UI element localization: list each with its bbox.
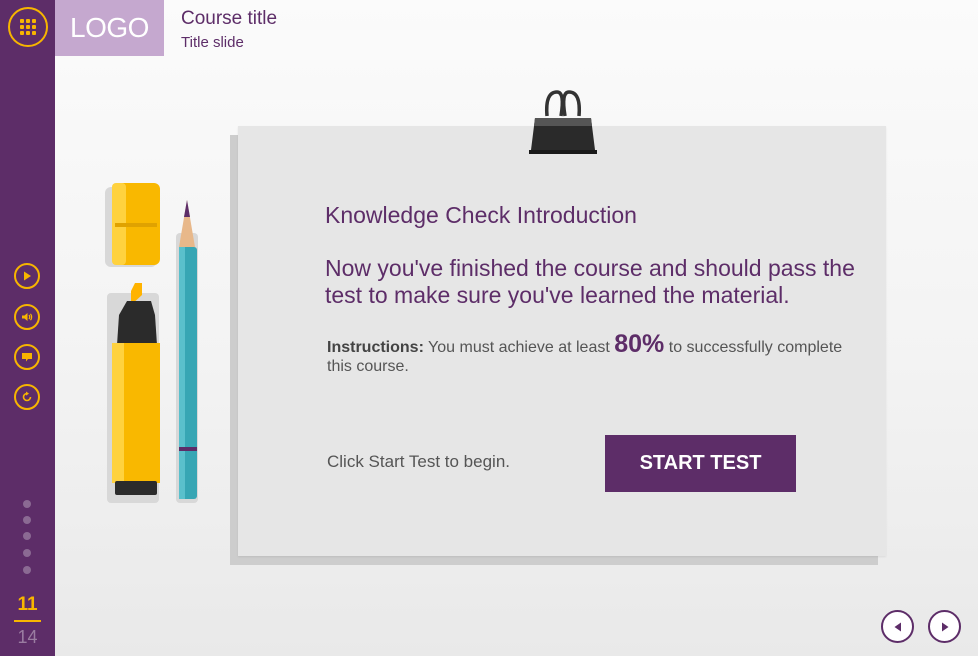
course-title: Course title [181,8,278,29]
begin-prompt: Click Start Test to begin. [327,452,510,471]
chevron-left-icon [894,622,901,631]
progress-dot [23,516,31,524]
start-test-button[interactable]: START TEST [605,435,796,492]
play-button[interactable] [14,263,40,289]
next-button[interactable] [928,610,961,643]
progress-dot [23,566,31,574]
logo: LOGO [55,0,164,56]
play-icon [24,271,31,281]
replay-button[interactable] [14,384,40,410]
progress-dot [23,549,31,557]
instructions-label: Instructions: [327,339,424,356]
binder-clip-icon [529,90,597,154]
prev-button[interactable] [881,610,914,643]
audio-button[interactable] [14,304,40,330]
page-total: 14 [17,627,38,647]
highlighter-pencil-illustration [105,183,198,503]
replay-icon [22,391,32,402]
speech-bubble-icon [22,353,32,362]
progress-dot [23,532,31,540]
progress-dot [23,500,31,508]
grid-icon [20,19,36,35]
page-separator [14,620,41,622]
pass-mark: 80% [614,330,665,358]
volume-icon [22,313,33,321]
page-current: 11 [17,594,38,615]
captions-button[interactable] [14,344,40,370]
knowledge-check-title: Knowledge Check Introduction [325,202,637,228]
instructions: Instructions: You must achieve at least … [327,332,847,376]
menu-button[interactable] [8,7,48,47]
knowledge-check-body: Now you've finished the course and shoul… [325,255,855,308]
instructions-text-pre: You must achieve at least [428,339,610,356]
chevron-right-icon [941,622,948,631]
sidebar: 11 14 [0,0,55,656]
slide-title: Title slide [181,34,244,51]
